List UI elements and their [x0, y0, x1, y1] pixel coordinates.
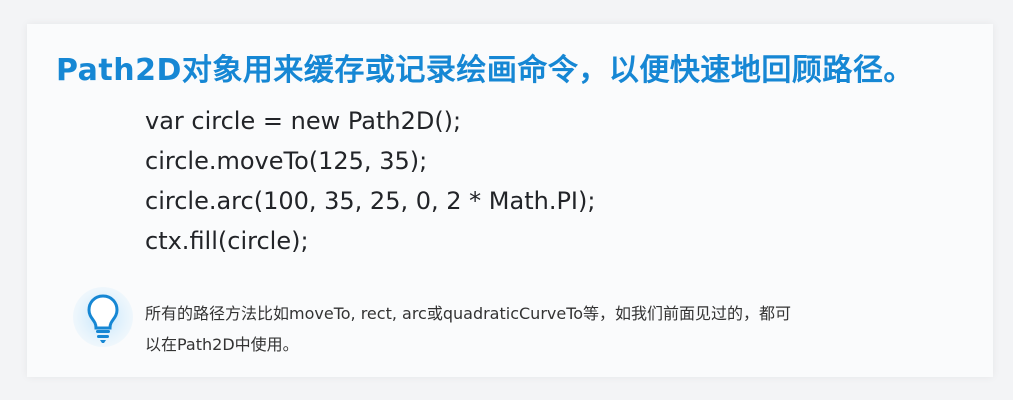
tip-text: 所有的路径方法比如moveTo, rect, arc或quadraticCurv… [145, 298, 975, 360]
tip-line: 所有的路径方法比如moveTo, rect, arc或quadraticCurv… [145, 304, 792, 323]
code-block: var circle = new Path2D(); circle.moveTo… [145, 101, 595, 261]
code-line: var circle = new Path2D(); [145, 107, 462, 135]
code-line: circle.moveTo(125, 35); [145, 147, 428, 175]
code-line: circle.arc(100, 35, 25, 0, 2 * Math.PI); [145, 187, 596, 215]
slide-heading: Path2D对象用来缓存或记录绘画命令，以便快速地回顾路径。 [56, 53, 914, 88]
lightbulb-icon [72, 286, 134, 348]
tip-line: 以在Path2D中使用。 [145, 335, 299, 354]
code-line: ctx.fill(circle); [145, 227, 309, 255]
